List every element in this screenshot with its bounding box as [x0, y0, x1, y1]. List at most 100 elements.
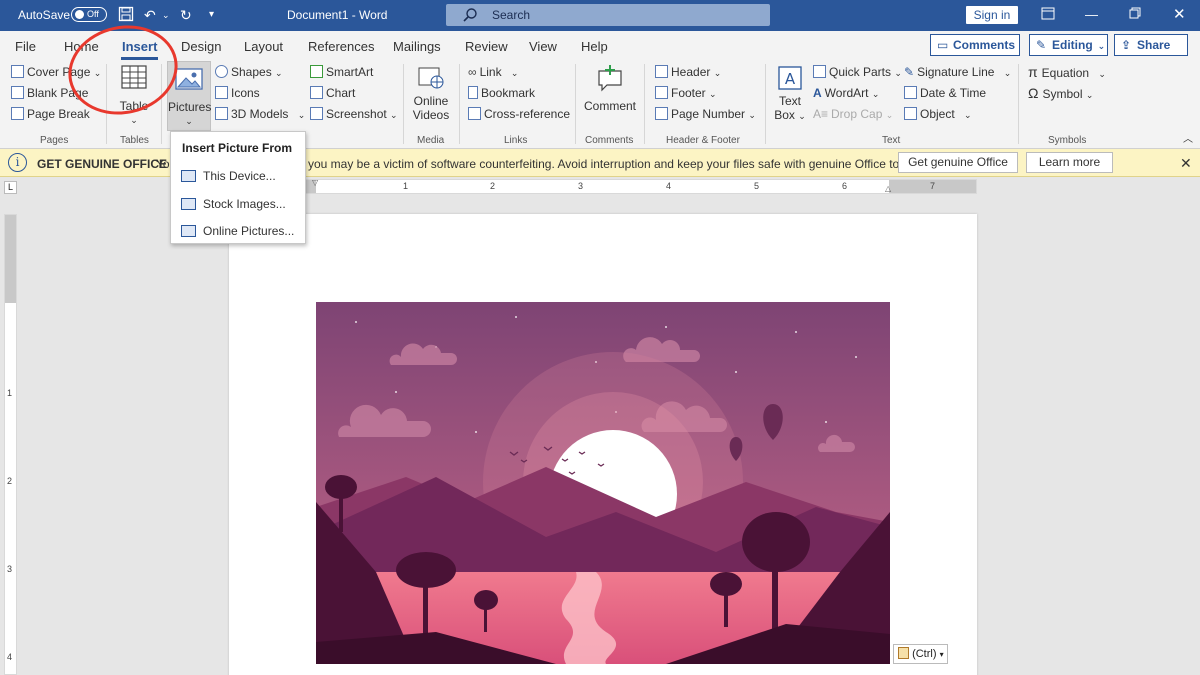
ruler-number: 2 — [7, 476, 13, 486]
ribbon-separator — [644, 64, 645, 144]
clipboard-icon — [898, 647, 909, 659]
footer-label: Footer — [671, 86, 706, 100]
chevron-down-icon: ⌄ — [748, 110, 756, 120]
right-indent-marker-icon[interactable]: △ — [885, 184, 891, 193]
page-break-button[interactable]: Page Break — [11, 107, 90, 121]
autosave-toggle[interactable]: Off — [71, 7, 107, 22]
chevron-down-icon: ⌄ — [871, 89, 880, 99]
comment-icon: ▭ — [937, 38, 949, 52]
chevron-down-icon: ⌄ — [185, 116, 193, 126]
undo-icon[interactable]: ↶ — [144, 6, 156, 24]
object-button[interactable]: Object ⌄ — [904, 107, 972, 122]
symbol-button[interactable]: Ω Symbol ⌄ — [1028, 86, 1093, 102]
text-box-button[interactable]: A Text Box ⌄ — [771, 65, 809, 123]
tab-mailings[interactable]: Mailings — [393, 39, 441, 54]
page-number-label: Page Number — [671, 107, 746, 121]
text-box-icon: A — [778, 66, 802, 90]
tab-references[interactable]: References — [308, 39, 374, 54]
screenshot-button[interactable]: Screenshot ⌄ — [310, 107, 398, 122]
device-icon — [181, 170, 196, 182]
restore-icon[interactable] — [1129, 7, 1141, 22]
horizontal-ruler[interactable]: 1 2 3 4 5 6 7 ▽ △ — [228, 178, 977, 194]
minimize-icon[interactable]: — — [1085, 7, 1098, 22]
new-comment-button[interactable]: Comment — [582, 63, 638, 113]
chevron-down-icon: ⌄ — [1003, 68, 1012, 78]
signature-line-button[interactable]: ✎ Signature Line ⌄ — [904, 65, 1011, 80]
footer-button[interactable]: Footer ⌄ — [655, 86, 717, 101]
shapes-button[interactable]: Shapes ⌄ — [215, 65, 283, 80]
online-pictures-icon — [181, 225, 196, 237]
signature-icon: ✎ — [904, 65, 915, 79]
collapse-ribbon-icon[interactable]: ︿ — [1183, 133, 1193, 147]
text-box-label-2: Box — [774, 108, 795, 122]
redo-icon[interactable]: ↻ — [180, 6, 192, 24]
page-break-label: Page Break — [27, 107, 90, 121]
ribbon-separator — [1018, 64, 1019, 144]
cross-reference-button[interactable]: Cross-reference — [468, 107, 570, 121]
get-genuine-office-button[interactable]: Get genuine Office — [898, 152, 1018, 173]
cross-reference-icon — [468, 107, 481, 120]
search-box[interactable]: Search — [446, 4, 770, 26]
tab-review[interactable]: Review — [465, 39, 508, 54]
equation-button[interactable]: π Equation ⌄ — [1028, 65, 1106, 81]
chevron-down-icon: ▾ — [939, 650, 944, 659]
tab-selector-icon[interactable]: L — [4, 181, 17, 194]
tab-design[interactable]: Design — [181, 39, 221, 54]
stock-images-menu-item[interactable]: Stock Images... — [181, 197, 286, 211]
close-icon[interactable]: ✕ — [1173, 5, 1186, 23]
tab-view[interactable]: View — [529, 39, 557, 54]
online-videos-button[interactable]: Online Videos — [409, 65, 453, 122]
this-device-menu-item[interactable]: This Device... — [181, 169, 276, 183]
3d-models-button[interactable]: 3D Models ⌄ — [215, 107, 305, 122]
chevron-down-icon: ⌄ — [964, 110, 972, 120]
indent-marker-icon[interactable]: ▽ — [312, 178, 318, 187]
chart-icon — [310, 86, 323, 99]
comments-button[interactable]: ▭ Comments — [930, 34, 1020, 56]
smartart-button[interactable]: SmartArt — [310, 65, 373, 79]
paste-options-button[interactable]: (Ctrl) ▾ — [893, 644, 948, 664]
chevron-down-icon: ⌄ — [130, 115, 138, 125]
ribbon-display-icon[interactable] — [1041, 7, 1055, 23]
signature-line-label: Signature Line — [917, 65, 995, 79]
customize-qat-icon[interactable]: ▾ — [209, 6, 214, 24]
link-label: Link — [479, 65, 502, 79]
header-icon — [655, 65, 668, 78]
date-time-button[interactable]: Date & Time — [904, 86, 986, 100]
editing-button[interactable]: ✎ Editing ⌄ — [1029, 34, 1108, 56]
ruler-number: 6 — [842, 181, 848, 191]
cube-icon — [215, 107, 228, 120]
cross-reference-label: Cross-reference — [484, 107, 571, 121]
ribbon-separator — [575, 64, 576, 144]
bookmark-button[interactable]: Bookmark — [468, 86, 535, 100]
autosave-label: AutoSave — [18, 8, 71, 22]
text-box-label-1: Text — [778, 94, 801, 108]
undo-dropdown-icon[interactable]: ⌄ — [162, 6, 170, 24]
date-time-label: Date & Time — [920, 86, 987, 100]
smartart-icon — [310, 65, 323, 78]
wordart-button[interactable]: A WordArt ⌄ — [813, 86, 879, 101]
symbol-label: Symbol — [1042, 87, 1083, 101]
header-button[interactable]: Header ⌄ — [655, 65, 721, 80]
group-label-text: Text — [882, 135, 901, 146]
learn-more-button[interactable]: Learn more — [1026, 152, 1113, 173]
vertical-ruler[interactable]: 1 2 3 4 — [4, 214, 17, 675]
close-icon[interactable]: ✕ — [1180, 155, 1192, 172]
tab-help[interactable]: Help — [581, 39, 608, 54]
group-label-media: Media — [417, 135, 445, 146]
shapes-icon — [215, 65, 228, 78]
page-number-button[interactable]: Page Number ⌄ — [655, 107, 756, 122]
icons-button[interactable]: Icons — [215, 86, 260, 100]
drop-cap-button[interactable]: A≡ Drop Cap ⌄ — [813, 107, 893, 122]
ruler-number: 4 — [666, 181, 672, 191]
inserted-picture[interactable] — [316, 302, 890, 664]
tab-layout[interactable]: Layout — [244, 39, 283, 54]
link-button[interactable]: ∞ Link ⌄ — [468, 65, 518, 80]
quick-parts-button[interactable]: Quick Parts ⌄ — [813, 65, 902, 80]
share-button[interactable]: ⇪ Share — [1114, 34, 1188, 56]
chart-button[interactable]: Chart — [310, 86, 355, 100]
online-pictures-menu-item[interactable]: Online Pictures... — [181, 224, 294, 238]
save-icon[interactable] — [118, 6, 134, 26]
tab-file[interactable]: File — [15, 39, 36, 54]
screenshot-label: Screenshot — [326, 107, 387, 121]
sign-in-button[interactable]: Sign in — [966, 6, 1018, 24]
